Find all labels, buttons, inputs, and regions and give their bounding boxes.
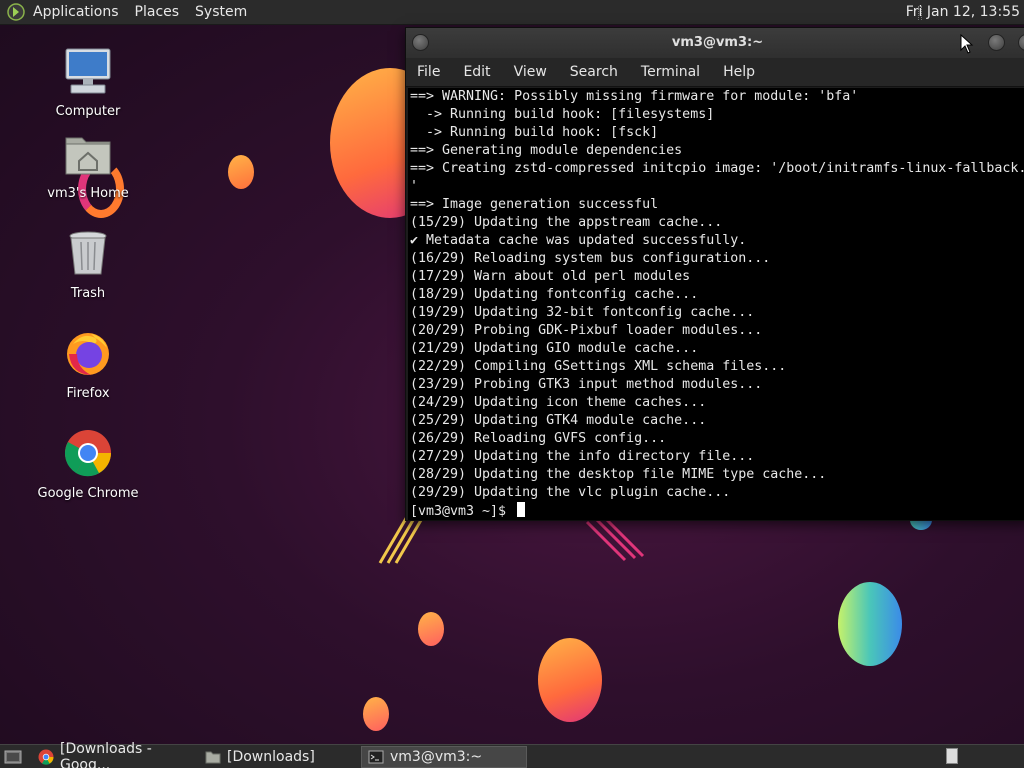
terminal-prompt-line[interactable]: [vm3@vm3 ~]$ [410,502,1024,520]
terminal-window[interactable]: vm3@vm3:~ File Edit View Search Terminal… [405,27,1024,521]
terminal-line: (23/29) Probing GTK3 input method module… [410,377,763,392]
desktop-icon-label: Firefox [66,386,110,401]
home-folder-icon [65,137,111,175]
menu-view[interactable]: View [503,64,559,80]
menu-search[interactable]: Search [559,64,630,80]
window-title: vm3@vm3:~ [671,35,764,50]
terminal-line: (25/29) Updating GTK4 module cache... [410,413,707,428]
maximize-button[interactable] [1018,34,1024,51]
terminal-line: -> Running build hook: [fsck] [410,125,659,140]
text-cursor [517,502,526,517]
terminal-line: (27/29) Updating the info directory file… [410,449,755,464]
chrome-icon [64,430,111,477]
taskbar-item-terminal[interactable]: vm3@vm3:~ [361,745,527,768]
taskbar-item-chrome-downloads[interactable]: [Downloads - Goog... [32,741,197,768]
computer-icon [65,48,111,94]
terminal-line: ==> Generating module dependencies [410,143,683,158]
terminal-line: (19/29) Updating 32-bit fontconfig cache… [410,305,755,320]
terminal-line: ==> WARNING: Possibly missing firmware f… [410,89,859,104]
workspace-switcher[interactable] [946,748,958,764]
terminal-prompt: [vm3@vm3 ~]$ [410,504,515,519]
wallpaper-shape [418,612,444,646]
terminal-line: (21/29) Updating GIO module cache... [410,341,699,356]
mate-menu-logo-icon[interactable] [7,3,25,21]
desktop-icon-label: vm3's Home [47,186,129,201]
terminal-output[interactable]: ==> WARNING: Possibly missing firmware f… [408,88,1024,520]
chrome-icon [38,749,54,765]
terminal-line: ==> Image generation successful [410,197,659,212]
places-menu[interactable]: Places [127,0,188,25]
terminal-line: (15/29) Updating the appstream cache... [410,215,723,230]
menu-edit[interactable]: Edit [452,64,502,80]
menu-file[interactable]: File [406,64,452,80]
taskbar-item-label: vm3@vm3:~ [390,748,483,765]
wallpaper-shape [363,697,389,731]
terminal-line: ' [410,179,419,194]
menu-help[interactable]: Help [712,64,767,80]
terminal-line: (18/29) Updating fontconfig cache... [410,287,699,302]
clock[interactable]: Fri Jan 12, 13:55 [906,0,1020,25]
system-menu[interactable]: System [187,0,255,25]
terminal-line: (26/29) Reloading GVFS config... [410,431,667,446]
taskbar-item-label: [Downloads] [227,748,315,765]
desktop-icon-label: Google Chrome [37,486,139,501]
taskbar-item-downloads-folder[interactable]: [Downloads] [199,746,359,768]
desktop-icon-trash[interactable]: Trash [28,228,148,301]
desktop-icon-label: Trash [70,286,106,301]
window-titlebar[interactable]: vm3@vm3:~ [406,28,1024,58]
desktop-icon-chrome[interactable]: Google Chrome [28,428,148,501]
terminal-line: ✔ Metadata cache was updated successfull… [410,233,747,248]
terminal-line: -> Running build hook: [filesystems] [410,107,715,122]
applications-menu[interactable]: Applications [31,0,127,25]
taskbar-item-label: [Downloads - Goog... [60,740,152,768]
wallpaper-shape [538,638,602,722]
desktop-icon-computer[interactable]: Computer [28,46,148,119]
show-desktop-icon [4,750,22,763]
terminal-line: (17/29) Warn about old perl modules [410,269,691,284]
desktop-icon-label: Computer [55,104,121,119]
trash-icon [69,231,107,275]
terminal-line: (24/29) Updating icon theme caches... [410,395,707,410]
terminal-line: (22/29) Compiling GSettings XML schema f… [410,359,787,374]
terminal-line: (20/29) Probing GDK-Pixbuf loader module… [410,323,763,338]
bottom-panel: [Downloads - Goog... [Downloads] vm3@vm3… [0,741,1024,768]
folder-icon [205,751,221,763]
wallpaper-stripes [585,518,645,562]
wallpaper-shape [228,155,254,189]
terminal-line: (16/29) Reloading system bus configurati… [410,251,771,266]
top-panel: Applications Places System Fri Jan 12, 1… [0,0,1024,25]
wallpaper-shape [838,582,902,666]
desktop-icon-home[interactable]: vm3's Home [28,128,148,201]
terminal-line: (28/29) Updating the desktop file MIME t… [410,467,827,482]
terminal-line: ==> Creating zstd-compressed initcpio im… [410,161,1024,176]
menu-terminal[interactable]: Terminal [630,64,712,80]
terminal-icon [368,750,384,763]
desktop-icon-firefox[interactable]: Firefox [28,328,148,401]
window-menu-button[interactable] [412,34,429,51]
mouse-pointer-icon [960,34,974,54]
minimize-button[interactable] [988,34,1005,51]
terminal-line: (29/29) Updating the vlc plugin cache... [410,485,731,500]
show-desktop-button[interactable] [0,746,26,768]
terminal-menubar: File Edit View Search Terminal Help [406,58,1024,87]
firefox-icon [67,333,109,375]
